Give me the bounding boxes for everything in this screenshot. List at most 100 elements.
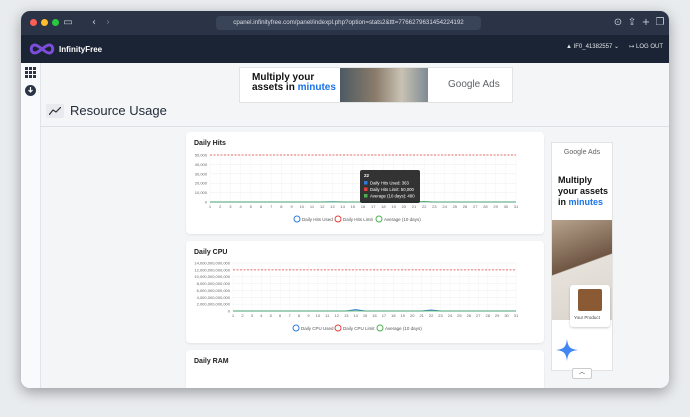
x-tick-label: 21	[419, 313, 424, 318]
legend-average-swatch	[375, 215, 383, 223]
back-icon[interactable]: ‹	[87, 16, 101, 30]
x-tick-label: 28	[485, 313, 490, 318]
x-tick-label: 21	[412, 204, 417, 209]
y-tick-label: 0	[228, 309, 231, 314]
left-rail	[21, 63, 41, 388]
user-icon: ▲	[565, 44, 572, 50]
x-tick-label: 1	[209, 204, 212, 209]
collapse-ad-button[interactable]: ︿	[572, 368, 592, 379]
x-tick-label: 16	[372, 313, 377, 318]
tab-overview-icon[interactable]: ❐	[653, 16, 667, 30]
x-tick-label: 26	[467, 313, 472, 318]
new-tab-icon[interactable]: +	[639, 16, 653, 30]
chart-tooltip: 22Daily Hits Used: 363Daily Hits Limit: …	[360, 170, 420, 203]
y-tick-label: 20,000	[195, 181, 208, 186]
x-tick-label: 31	[514, 313, 519, 318]
page-heading: Resource Usage	[46, 103, 167, 118]
download-icon[interactable]: ⊙	[611, 16, 625, 30]
ad-headline-2: assets in minutes	[252, 83, 336, 93]
tooltip-line: Daily Hits Used: 363	[370, 181, 410, 186]
page-title: Resource Usage	[70, 103, 167, 118]
ad-google-ads-logo: Google Ads	[448, 79, 500, 90]
x-tick-label: 4	[260, 313, 263, 318]
legend-limit-swatch	[334, 324, 342, 332]
x-tick-label: 20	[410, 313, 415, 318]
ad-headline-2-prefix: assets in	[252, 82, 298, 93]
x-tick-label: 10	[300, 204, 305, 209]
x-tick-label: 30	[504, 313, 509, 318]
forward-icon[interactable]: ›	[101, 16, 115, 30]
x-tick-label: 6	[279, 313, 282, 318]
zoom-window-button[interactable]	[52, 19, 59, 26]
x-tick-label: 25	[453, 204, 458, 209]
x-tick-label: 24	[448, 313, 453, 318]
y-tick-label: 50,000	[195, 153, 208, 158]
legend-used-label: Daily Hits Used	[302, 217, 333, 222]
user-menu[interactable]: ▲ IF0_41382557 ⌄	[566, 43, 619, 50]
side-advertisement[interactable]: Google Ads Multiply your assets in minut…	[551, 142, 613, 371]
heading-divider	[40, 126, 669, 127]
y-tick-label: 6,000,000,000,000	[197, 288, 231, 293]
tooltip-title: 22	[364, 173, 370, 178]
y-tick-label: 14,000,000,000,000	[194, 261, 230, 266]
chevron-up-icon: ︿	[578, 370, 585, 376]
x-tick-label: 11	[325, 313, 330, 318]
daily-hits-card: Daily Hits 50,000 40,000 30,000 20,000 10,00…	[186, 132, 544, 234]
brand-name: InfinityFree	[59, 44, 103, 54]
download-circle-icon[interactable]	[25, 85, 36, 96]
x-tick-label: 15	[351, 204, 356, 209]
minimize-window-button[interactable]	[41, 19, 48, 26]
x-tick-label: 9	[307, 313, 310, 318]
x-tick-label: 29	[495, 313, 500, 318]
x-tick-label: 3	[229, 204, 232, 209]
legend-average-swatch	[376, 324, 384, 332]
legend-limit-swatch	[334, 215, 342, 223]
sidebar-toggle-icon[interactable]: ▭	[61, 16, 75, 30]
close-window-button[interactable]	[30, 19, 37, 26]
x-tick-label: 10	[316, 313, 321, 318]
x-tick-label: 23	[432, 204, 437, 209]
daily-hits-chart: 50,00040,00030,00020,00010,00001 2 3 4 5 6 7 8 9…	[195, 153, 519, 223]
x-tick-label: 19	[391, 204, 396, 209]
app-header: InfinityFree ▲ IF0_41382557 ⌄ ↦ LOG OUT	[21, 35, 669, 63]
daily-ram-title: Daily RAM	[194, 358, 229, 365]
x-tick-label: 13	[344, 313, 349, 318]
tooltip-line: Daily Hits Limit: 50,000	[370, 187, 415, 192]
url-text: cpanel.infinityfree.com/panel/indexpl.ph…	[233, 19, 464, 26]
x-tick-label: 27	[473, 204, 478, 209]
side-ad-product-label: Your Product	[574, 315, 600, 320]
x-tick-label: 1	[232, 313, 235, 318]
x-tick-label: 15	[363, 313, 368, 318]
infinity-logo-icon	[29, 43, 55, 55]
x-tick-label: 26	[463, 204, 468, 209]
y-tick-label: 10,000,000,000,000	[194, 274, 230, 279]
x-tick-label: 18	[391, 313, 396, 318]
side-ad-line-1: Multiply	[558, 175, 592, 185]
x-tick-label: 2	[219, 204, 222, 209]
side-ad-line-3-prefix: in	[558, 197, 569, 207]
legend-limit-label: Daily CPU Limit	[343, 326, 375, 331]
daily-cpu-card: Daily CPU 14,000,000,000,000 12,000,000,0…	[186, 241, 544, 343]
address-bar[interactable]: cpanel.infinityfree.com/panel/indexpl.ph…	[216, 16, 481, 30]
x-tick-label: 29	[493, 204, 498, 209]
x-tick-label: 19	[401, 313, 406, 318]
sparkle-icon	[556, 339, 578, 361]
legend-limit-label: Daily Hits Limit	[343, 217, 374, 222]
x-tick-label: 7	[270, 204, 273, 209]
share-icon[interactable]: ⇪	[625, 16, 639, 30]
top-advertisement[interactable]: Multiply your assets in minutes Google A…	[239, 67, 513, 103]
logout-icon: ↦	[629, 44, 635, 50]
legend-average-label: Average (10 days)	[384, 217, 421, 222]
y-tick-label: 0	[205, 200, 208, 205]
brand-logo[interactable]: InfinityFree	[29, 40, 149, 58]
grid-menu-icon[interactable]	[25, 67, 36, 78]
logout-label: LOG OUT	[635, 44, 663, 50]
logout-button[interactable]: ↦ LOG OUT	[629, 43, 663, 50]
user-label: IF0_41382557	[573, 44, 613, 50]
x-tick-label: 30	[504, 204, 509, 209]
y-tick-label: 8,000,000,000,000	[197, 281, 231, 286]
x-tick-label: 5	[250, 204, 253, 209]
legend-used-label: Daily CPU Used	[301, 326, 334, 331]
side-ad-google-ads-logo: Google Ads	[563, 149, 601, 156]
side-ad-product-card: Your Product	[570, 285, 610, 327]
